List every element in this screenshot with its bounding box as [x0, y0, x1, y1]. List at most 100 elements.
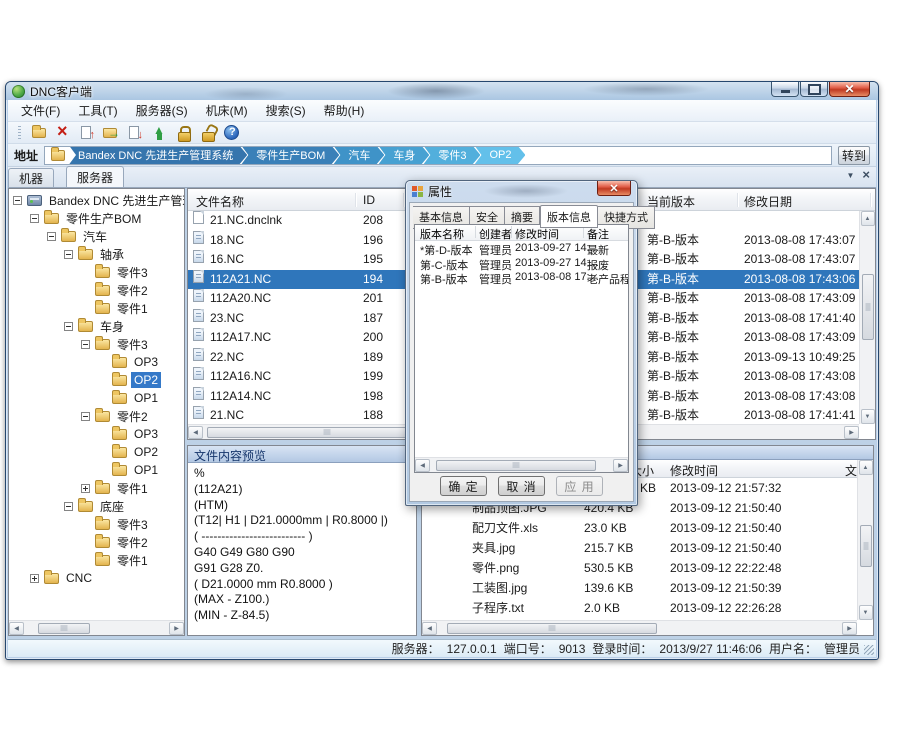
tree-item[interactable]: 零件生产BOM	[9, 209, 184, 227]
version-row[interactable]: 第-B-版本 管理员 2013-08-08 17:... 老产品程序	[415, 270, 628, 285]
checkout-file-icon[interactable]	[126, 124, 145, 142]
column-modified-time[interactable]: 修改时间	[515, 226, 559, 242]
minimize-button[interactable]	[771, 82, 799, 97]
scroll-down-button[interactable]: ▼	[861, 409, 875, 424]
expander-icon[interactable]	[30, 574, 39, 583]
scroll-up-button[interactable]: ▲	[859, 460, 873, 475]
expander-icon[interactable]	[64, 322, 73, 331]
menu-item[interactable]: 工具(T)	[69, 99, 126, 122]
view-tab[interactable]: 服务器	[66, 166, 124, 187]
tree-item[interactable]: 汽车	[9, 227, 184, 245]
expander-icon[interactable]	[81, 538, 90, 547]
tree-item[interactable]: 零件1	[9, 479, 184, 497]
view-tab[interactable]: 机器	[8, 168, 54, 187]
tree-item[interactable]: 底座	[9, 497, 184, 515]
expander-icon[interactable]	[64, 250, 73, 259]
tree-item[interactable]: 零件3	[9, 263, 184, 281]
scroll-up-button[interactable]: ▲	[861, 211, 875, 226]
close-button[interactable]: ✕	[829, 82, 870, 97]
attachments-horizontal-scrollbar[interactable]: ◀ ▶	[422, 620, 857, 635]
attachment-row[interactable]: 工装图.jpg 139.6 KB 2013-09-12 21:50:39	[422, 578, 857, 598]
column-modified-time[interactable]: 修改时间	[670, 462, 718, 479]
tree-item[interactable]: OP3	[9, 425, 184, 443]
scroll-left-button[interactable]: ◀	[188, 426, 203, 439]
expander-icon[interactable]	[81, 484, 90, 493]
expander-icon[interactable]	[81, 268, 90, 277]
column-version-name[interactable]: 版本名称	[420, 226, 464, 242]
menu-item[interactable]: 帮助(H)	[315, 99, 374, 122]
expander-icon[interactable]	[81, 556, 90, 565]
expander-icon[interactable]	[81, 286, 90, 295]
expander-icon[interactable]	[98, 466, 107, 475]
scroll-thumb[interactable]	[447, 623, 657, 634]
tree-item[interactable]: 零件2	[9, 407, 184, 425]
menu-item[interactable]: 搜索(S)	[257, 99, 315, 122]
tree-item[interactable]: OP2	[9, 443, 184, 461]
tree-item[interactable]: Bandex DNC 先进生产管理系统	[9, 191, 184, 209]
column-file-name[interactable]: 文件名称	[196, 193, 244, 210]
tree-item[interactable]: 零件2	[9, 281, 184, 299]
tree-item[interactable]: OP2	[9, 371, 184, 389]
expander-icon[interactable]	[98, 358, 107, 367]
attachment-row[interactable]: 子程序.txt 2.0 KB 2013-09-12 22:26:28	[422, 598, 857, 618]
scroll-thumb[interactable]	[436, 460, 596, 471]
attachment-row[interactable]: 夹具.jpg 215.7 KB 2013-09-12 21:50:40	[422, 538, 857, 558]
files-vertical-scrollbar[interactable]: ▲ ▼	[859, 211, 875, 424]
tree-item[interactable]: 轴承	[9, 245, 184, 263]
menu-item[interactable]: 服务器(S)	[127, 99, 197, 122]
expander-icon[interactable]	[81, 304, 90, 313]
expander-icon[interactable]	[47, 232, 56, 241]
breadcrumb-segment[interactable]: 车身	[378, 146, 429, 165]
address-field[interactable]: Bandex DNC 先进生产管理系统零件生产BOM汽车车身零件3OP2	[44, 146, 832, 165]
scroll-right-button[interactable]: ▶	[613, 459, 628, 472]
breadcrumb-segment[interactable]: 汽车	[333, 146, 384, 165]
menu-item[interactable]: 机床(M)	[197, 99, 257, 122]
expander-icon[interactable]	[98, 376, 107, 385]
maximize-button[interactable]	[800, 82, 828, 97]
expander-icon[interactable]	[81, 412, 90, 421]
new-folder-icon[interactable]	[30, 124, 49, 142]
resize-grip[interactable]	[864, 645, 874, 655]
checkin-file-icon[interactable]	[78, 124, 97, 142]
expander-icon[interactable]	[98, 448, 107, 457]
breadcrumb-segment[interactable]: OP2	[474, 146, 525, 165]
column-id[interactable]: ID	[363, 193, 375, 207]
unlock-icon[interactable]	[198, 124, 217, 142]
scroll-right-button[interactable]: ▶	[169, 622, 184, 635]
scroll-left-button[interactable]: ◀	[9, 622, 24, 635]
menu-item[interactable]: 文件(F)	[12, 99, 69, 122]
tree-item[interactable]: 零件3	[9, 335, 184, 353]
scroll-thumb[interactable]	[860, 525, 872, 567]
tree-item[interactable]: OP1	[9, 461, 184, 479]
tree-horizontal-scrollbar[interactable]: ◀ ▶	[9, 620, 184, 635]
tree-item[interactable]: CNC	[9, 569, 184, 587]
chevron-down-icon[interactable]: ▼	[846, 171, 854, 180]
dialog-tab[interactable]: 版本信息	[540, 205, 598, 228]
column-remark[interactable]: 备注	[587, 226, 609, 242]
title-bar[interactable]: DNC客户端 ✕	[6, 82, 878, 100]
help-icon[interactable]	[222, 124, 241, 142]
expander-icon[interactable]	[13, 196, 22, 205]
close-tab-icon[interactable]: ×	[862, 170, 870, 180]
expander-icon[interactable]	[81, 520, 90, 529]
attachment-row[interactable]: 零件.png 530.5 KB 2013-09-12 22:22:48	[422, 558, 857, 578]
column-modified-date[interactable]: 修改日期	[744, 193, 792, 210]
attachment-row[interactable]: 配刀文件.xls 23.0 KB 2013-09-12 21:50:40	[422, 518, 857, 538]
breadcrumb-segment[interactable]: 零件生产BOM	[241, 146, 339, 165]
dialog-button[interactable]: 确 定	[440, 476, 487, 496]
column-creator[interactable]: 创建者	[479, 226, 512, 242]
expander-icon[interactable]	[98, 430, 107, 439]
attachments-vertical-scrollbar[interactable]: ▲ ▼	[857, 460, 873, 620]
preview-content[interactable]: %(112A21)(HTM)(T12| H1 | D21.0000mm | R0…	[188, 463, 416, 635]
scroll-left-button[interactable]: ◀	[415, 459, 430, 472]
delete-icon[interactable]	[54, 124, 73, 142]
lock-icon[interactable]	[174, 124, 193, 142]
go-button[interactable]: 转到	[838, 146, 870, 165]
expander-icon[interactable]	[81, 340, 90, 349]
dialog-button[interactable]: 应 用	[556, 476, 603, 496]
tree-item[interactable]: 车身	[9, 317, 184, 335]
dialog-horizontal-scrollbar[interactable]: ◀ ▶	[415, 457, 628, 472]
send-folder-icon[interactable]	[102, 124, 121, 142]
expander-icon[interactable]	[30, 214, 39, 223]
breadcrumb-segment[interactable]: 零件3	[423, 146, 480, 165]
